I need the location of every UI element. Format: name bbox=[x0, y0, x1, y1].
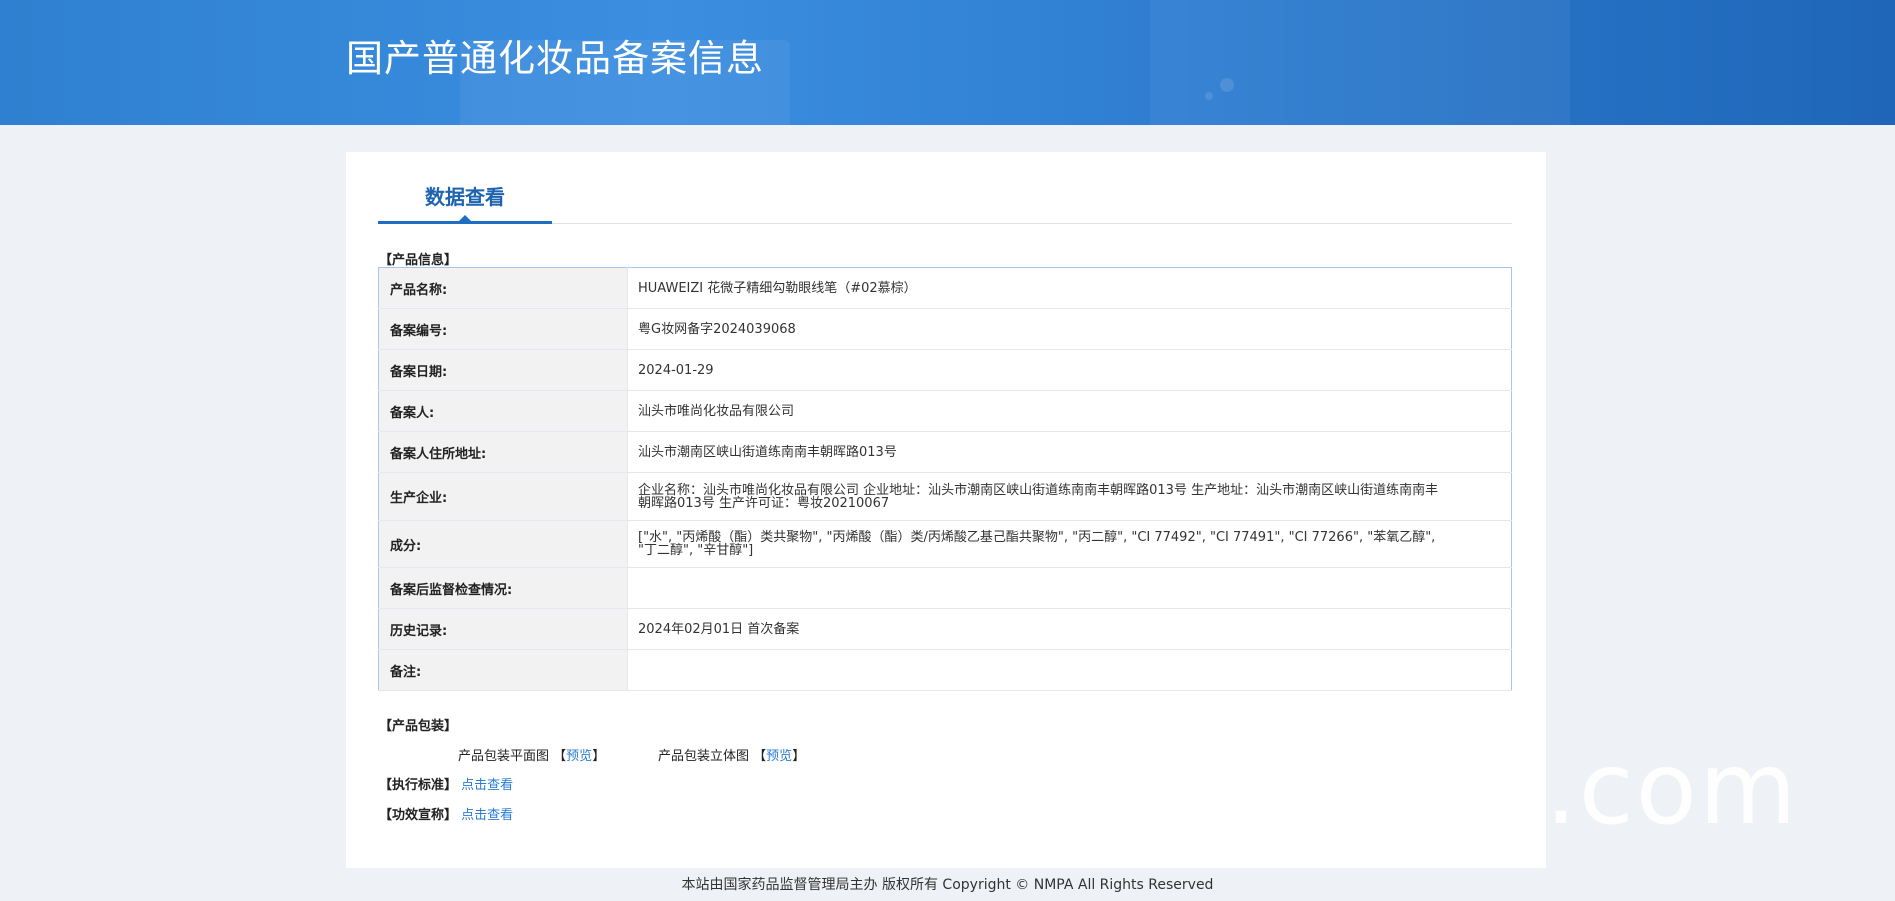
row-value: ["水", "丙烯酸（酯）类共聚物", "丙烯酸（酯）类/丙烯酸乙基己酯共聚物"… bbox=[627, 520, 1512, 568]
row-value bbox=[627, 649, 1512, 691]
table-row: 备注: bbox=[378, 649, 1512, 691]
section-efficacy: 【功效宣称】 bbox=[379, 808, 458, 823]
table-row: 生产企业: 企业名称：汕头市唯尚化妆品有限公司 企业地址：汕头市潮南区峡山街道练… bbox=[378, 472, 1512, 521]
efficacy-view-link[interactable]: 点击查看 bbox=[461, 808, 513, 823]
row-label: 备案编号: bbox=[378, 308, 628, 350]
row-value: 汕头市唯尚化妆品有限公司 bbox=[627, 390, 1512, 432]
row-label: 备案人: bbox=[378, 390, 628, 432]
table-row: 历史记录: 2024年02月01日 首次备案 bbox=[378, 608, 1512, 650]
section-standard: 【执行标准】 bbox=[379, 778, 458, 793]
page-header: 国产普通化妆品备案信息 bbox=[0, 0, 1895, 125]
bracket-open: 【 bbox=[753, 749, 767, 764]
page-title: 国产普通化妆品备案信息 bbox=[346, 37, 764, 80]
table-row: 备案人住所地址: 汕头市潮南区峡山街道练南南丰朝晖路013号 bbox=[378, 431, 1512, 473]
row-value: 粤G妆网备字2024039068 bbox=[627, 308, 1512, 350]
table-row: 备案编号: 粤G妆网备字2024039068 bbox=[378, 308, 1512, 350]
row-value: 汕头市潮南区峡山街道练南南丰朝晖路013号 bbox=[627, 431, 1512, 473]
row-label: 历史记录: bbox=[378, 608, 628, 650]
row-label: 备注: bbox=[378, 649, 628, 691]
header-decoration-dot bbox=[1205, 92, 1213, 100]
packaging-flat-label: 产品包装平面图 bbox=[458, 749, 550, 764]
row-label: 备案日期: bbox=[378, 349, 628, 391]
tab-label: 数据查看 bbox=[425, 185, 505, 209]
bracket-open: 【 bbox=[553, 749, 567, 764]
table-row: 产品名称: HUAWEIZI 花微子精细勾勒眼线笔（#02慕棕） bbox=[378, 267, 1512, 309]
packaging-stereo-preview-link[interactable]: 预览 bbox=[766, 749, 792, 764]
watermark-text: .com bbox=[1545, 730, 1799, 847]
table-row: 备案日期: 2024-01-29 bbox=[378, 349, 1512, 391]
packaging-stereo-item: 产品包装立体图 【预览】 bbox=[658, 745, 805, 764]
row-label: 备案人住所地址: bbox=[378, 431, 628, 473]
row-value: 企业名称：汕头市唯尚化妆品有限公司 企业地址：汕头市潮南区峡山街道练南南丰朝晖路… bbox=[627, 472, 1512, 521]
tab-caret-icon bbox=[458, 215, 472, 222]
row-label: 备案后监督检查情况: bbox=[378, 567, 628, 609]
standard-view-link[interactable]: 点击查看 bbox=[461, 778, 513, 793]
row-value bbox=[627, 567, 1512, 609]
packaging-flat-item: 产品包装平面图 【预览】 bbox=[458, 745, 605, 764]
section-packaging: 【产品包装】 bbox=[379, 719, 458, 734]
standard-row: 【执行标准】 点击查看 bbox=[379, 774, 513, 793]
tab-bar: 数据查看 bbox=[378, 174, 1512, 224]
row-label: 生产企业: bbox=[378, 472, 628, 521]
row-label: 成分: bbox=[378, 520, 628, 568]
bracket-close: 】 bbox=[592, 749, 606, 764]
packaging-stereo-label: 产品包装立体图 bbox=[658, 749, 750, 764]
row-value: HUAWEIZI 花微子精细勾勒眼线笔（#02慕棕） bbox=[627, 267, 1512, 309]
row-value: 2024-01-29 bbox=[627, 349, 1512, 391]
footer: 本站由国家药品监督管理局主办 版权所有 Copyright © NMPA All… bbox=[681, 877, 1214, 893]
section-product-info: 【产品信息】 bbox=[379, 253, 458, 268]
efficacy-row: 【功效宣称】 点击查看 bbox=[379, 804, 513, 823]
table-row: 备案人: 汕头市唯尚化妆品有限公司 bbox=[378, 390, 1512, 432]
product-info-table: 产品名称: HUAWEIZI 花微子精细勾勒眼线笔（#02慕棕） 备案编号: 粤… bbox=[378, 267, 1512, 691]
row-label: 产品名称: bbox=[378, 267, 628, 309]
row-value: 2024年02月01日 首次备案 bbox=[627, 608, 1512, 650]
packaging-flat-preview-link[interactable]: 预览 bbox=[566, 749, 592, 764]
bracket-close: 】 bbox=[792, 749, 806, 764]
table-row: 备案后监督检查情况: bbox=[378, 567, 1512, 609]
tab-data-view[interactable]: 数据查看 bbox=[378, 174, 552, 224]
detail-card: 数据查看 【产品信息】 产品名称: HUAWEIZI 花微子精细勾勒眼线笔（#0… bbox=[346, 152, 1546, 868]
header-decoration bbox=[1150, 0, 1570, 125]
table-row: 成分: ["水", "丙烯酸（酯）类共聚物", "丙烯酸（酯）类/丙烯酸乙基己酯… bbox=[378, 520, 1512, 568]
header-decoration-dot bbox=[1220, 78, 1234, 92]
